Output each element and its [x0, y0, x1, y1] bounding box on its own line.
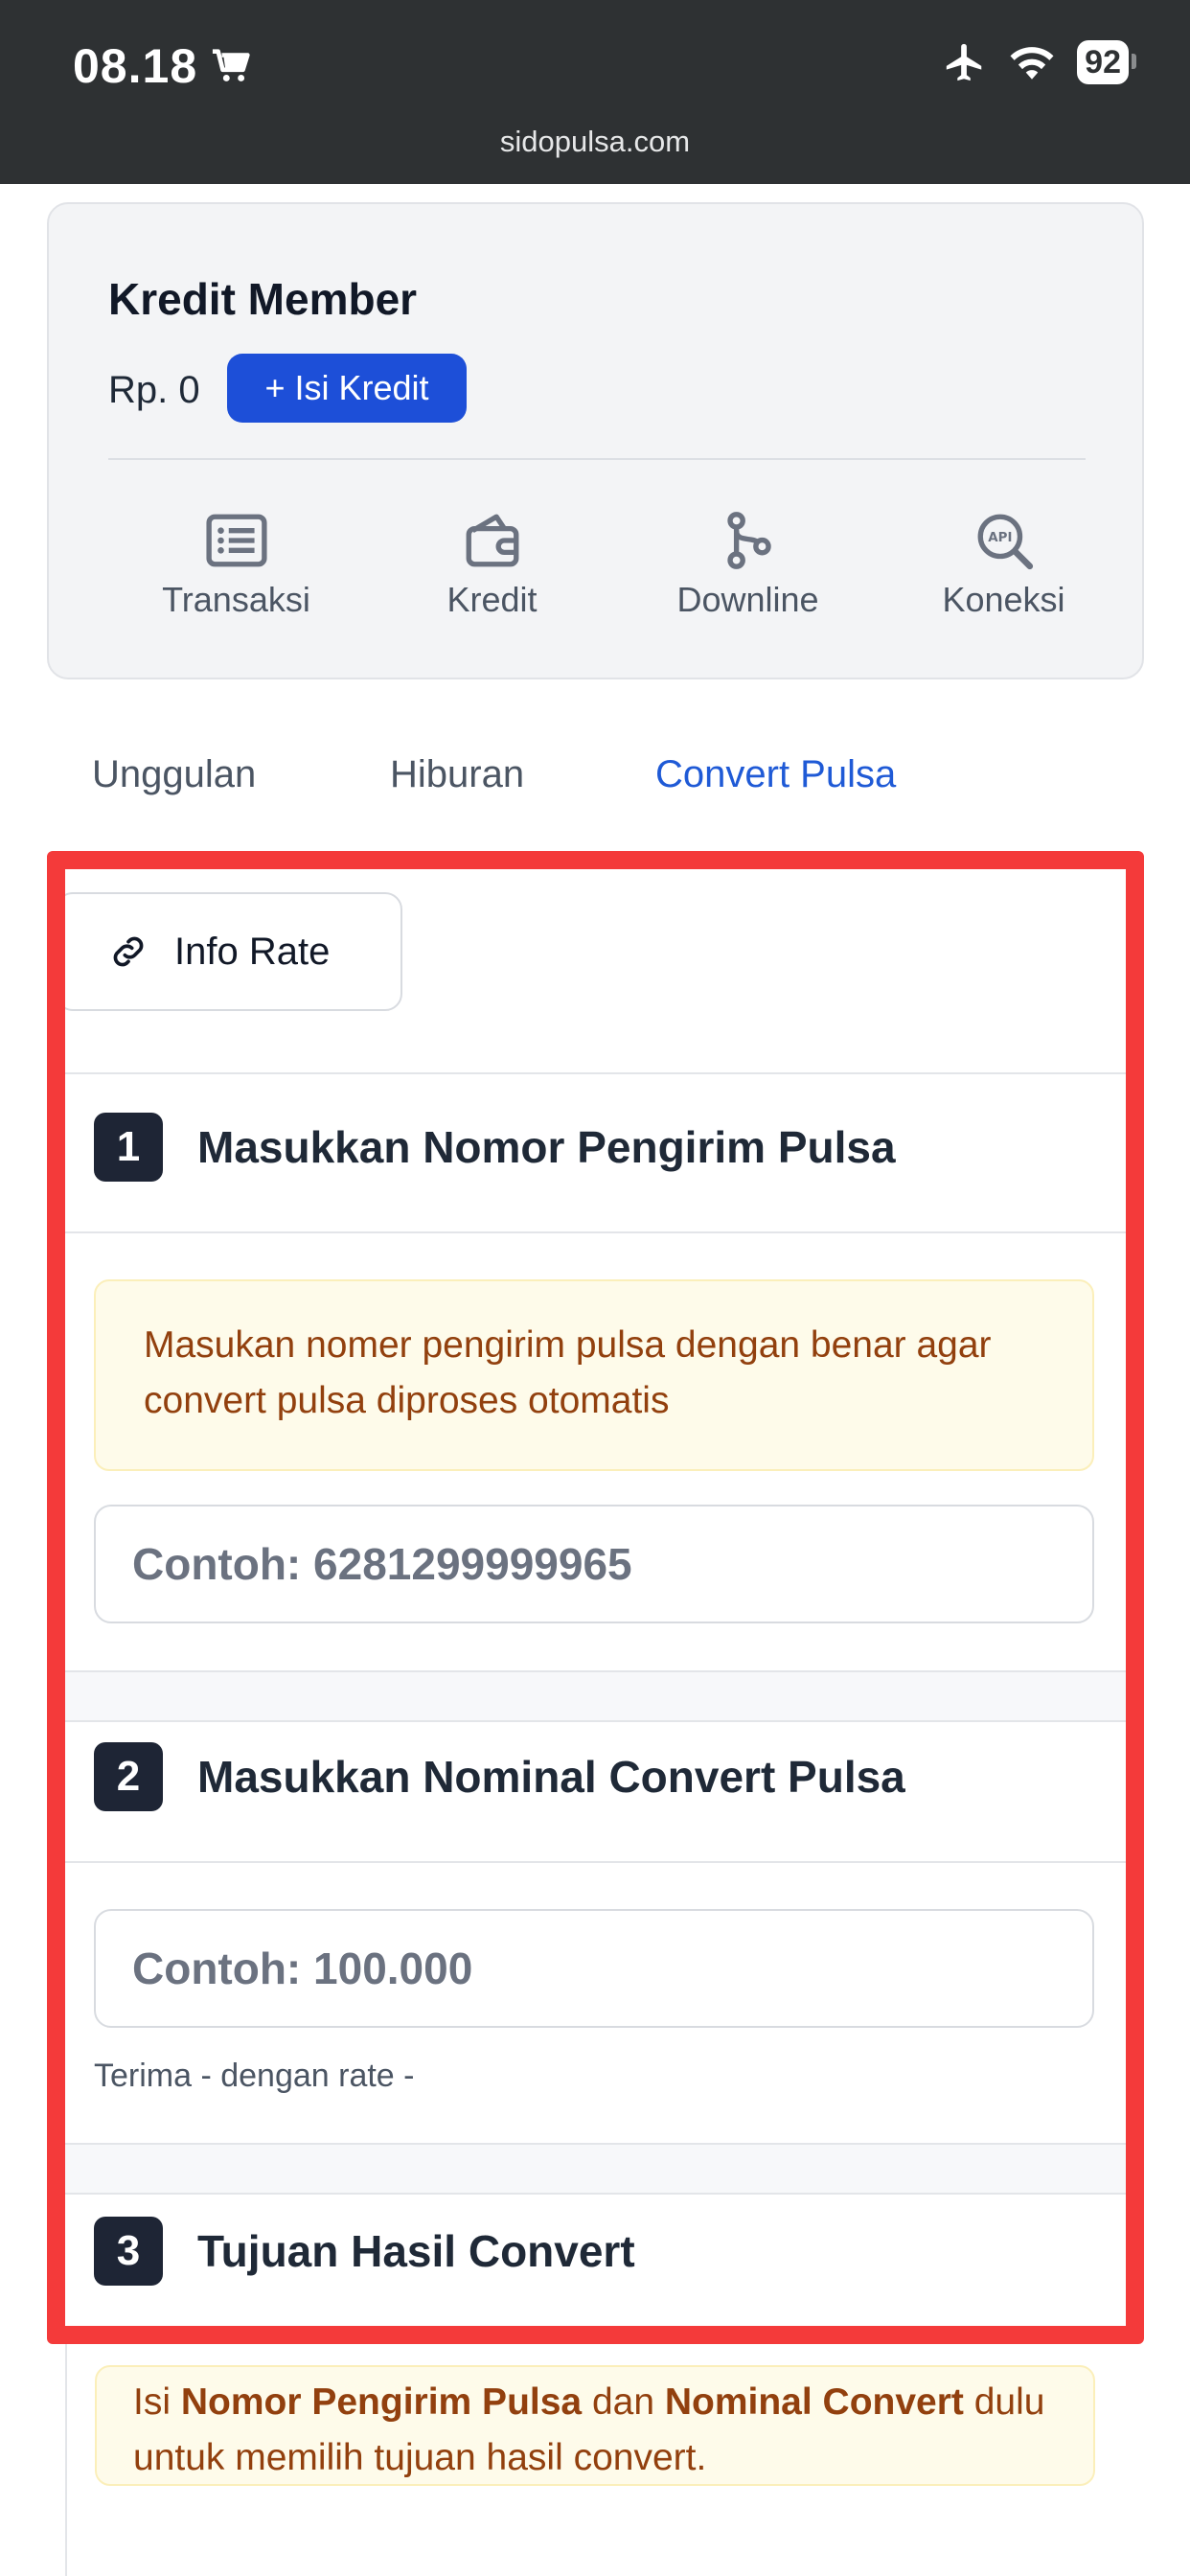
- nominal-input[interactable]: [132, 1943, 1092, 1994]
- category-tabs: Unggulan Hiburan Convert Pulsa: [92, 753, 896, 796]
- step-number-badge: 3: [94, 2217, 163, 2286]
- battery-indicator: 92: [1077, 40, 1136, 84]
- rate-hint: Terima - dengan rate -: [94, 2058, 415, 2094]
- step-number-badge: 1: [94, 1113, 163, 1182]
- shortcut-menu: Transaksi Kredit Downline API Koneksi: [108, 511, 1132, 620]
- shortcut-downline[interactable]: Downline: [620, 511, 876, 620]
- shortcut-kredit[interactable]: Kredit: [364, 511, 620, 620]
- divider: [65, 2193, 1126, 2195]
- section-gap: [65, 1672, 1126, 1720]
- step2-header: 2 Masukkan Nominal Convert Pulsa: [94, 1742, 905, 1811]
- divider: [65, 1072, 1126, 1074]
- divider: [65, 1720, 1126, 1722]
- info-rate-button[interactable]: Info Rate: [65, 892, 402, 1011]
- branch-icon: [726, 512, 771, 569]
- list-icon: [205, 514, 267, 567]
- divider: [65, 1231, 1126, 1233]
- tab-unggulan[interactable]: Unggulan: [92, 753, 390, 796]
- divider: [108, 458, 1086, 460]
- status-indicators: 92: [943, 40, 1136, 84]
- sender-number-notice: Masukan nomer pengirim pulsa dengan bena…: [94, 1279, 1094, 1471]
- member-card: Kredit Member Rp. 0 + Isi Kredit Transak…: [47, 202, 1144, 679]
- notice-bold-sender: Nomor Pengirim Pulsa: [180, 2381, 583, 2423]
- step1-header: 1 Masukkan Nomor Pengirim Pulsa: [94, 1113, 896, 1182]
- url-bar[interactable]: sidopulsa.com: [0, 125, 1190, 159]
- notice-text: dan: [582, 2381, 665, 2423]
- shortcut-label: Transaksi: [162, 580, 310, 619]
- info-rate-label: Info Rate: [174, 930, 331, 973]
- airplane-icon: [947, 43, 982, 81]
- tab-convert-pulsa[interactable]: Convert Pulsa: [655, 753, 896, 796]
- wifi-icon: [1010, 47, 1054, 80]
- sender-number-field[interactable]: [94, 1505, 1094, 1623]
- step1-title: Masukkan Nomor Pengirim Pulsa: [197, 1122, 896, 1172]
- cart-icon: [213, 49, 250, 81]
- step3-title: Tujuan Hasil Convert: [197, 2226, 635, 2276]
- link-icon: [113, 936, 144, 967]
- step2-title: Masukkan Nominal Convert Pulsa: [197, 1752, 905, 1802]
- topup-credit-button[interactable]: + Isi Kredit: [227, 354, 467, 423]
- wallet-icon: [466, 514, 518, 567]
- sender-number-input[interactable]: [132, 1538, 1092, 1590]
- divider: [65, 2334, 1126, 2335]
- shortcut-label: Koneksi: [942, 580, 1065, 619]
- tab-hiburan[interactable]: Hiburan: [390, 753, 655, 796]
- section-gap: [65, 2145, 1126, 2193]
- panel-edge: [65, 2344, 67, 2576]
- shortcut-transaksi[interactable]: Transaksi: [108, 511, 364, 620]
- notice-text: Isi: [133, 2381, 181, 2423]
- api-search-icon: API: [977, 514, 1033, 570]
- shortcut-label: Downline: [676, 580, 819, 619]
- shortcut-label: Kredit: [446, 580, 538, 619]
- convert-pulsa-panel: Info Rate 1 Masukkan Nomor Pengirim Puls…: [47, 851, 1144, 2344]
- divider: [65, 1861, 1126, 1863]
- destination-notice: Isi Nomor Pengirim Pulsa dan Nominal Con…: [95, 2365, 1095, 2486]
- member-title: Kredit Member: [108, 274, 418, 324]
- status-bar: 08.18 92 sidopulsa.com: [0, 0, 1190, 184]
- step-number-badge: 2: [94, 1742, 163, 1811]
- time-label: 08.18: [73, 39, 198, 93]
- nominal-field[interactable]: [94, 1909, 1094, 2028]
- step3-header: 3 Tujuan Hasil Convert: [94, 2217, 635, 2286]
- shortcut-koneksi[interactable]: API Koneksi: [876, 511, 1132, 620]
- credit-balance: Rp. 0: [108, 369, 200, 411]
- notice-bold-nominal: Nominal Convert: [664, 2381, 964, 2423]
- status-time: 08.18: [73, 38, 255, 94]
- svg-text:API: API: [988, 531, 1012, 545]
